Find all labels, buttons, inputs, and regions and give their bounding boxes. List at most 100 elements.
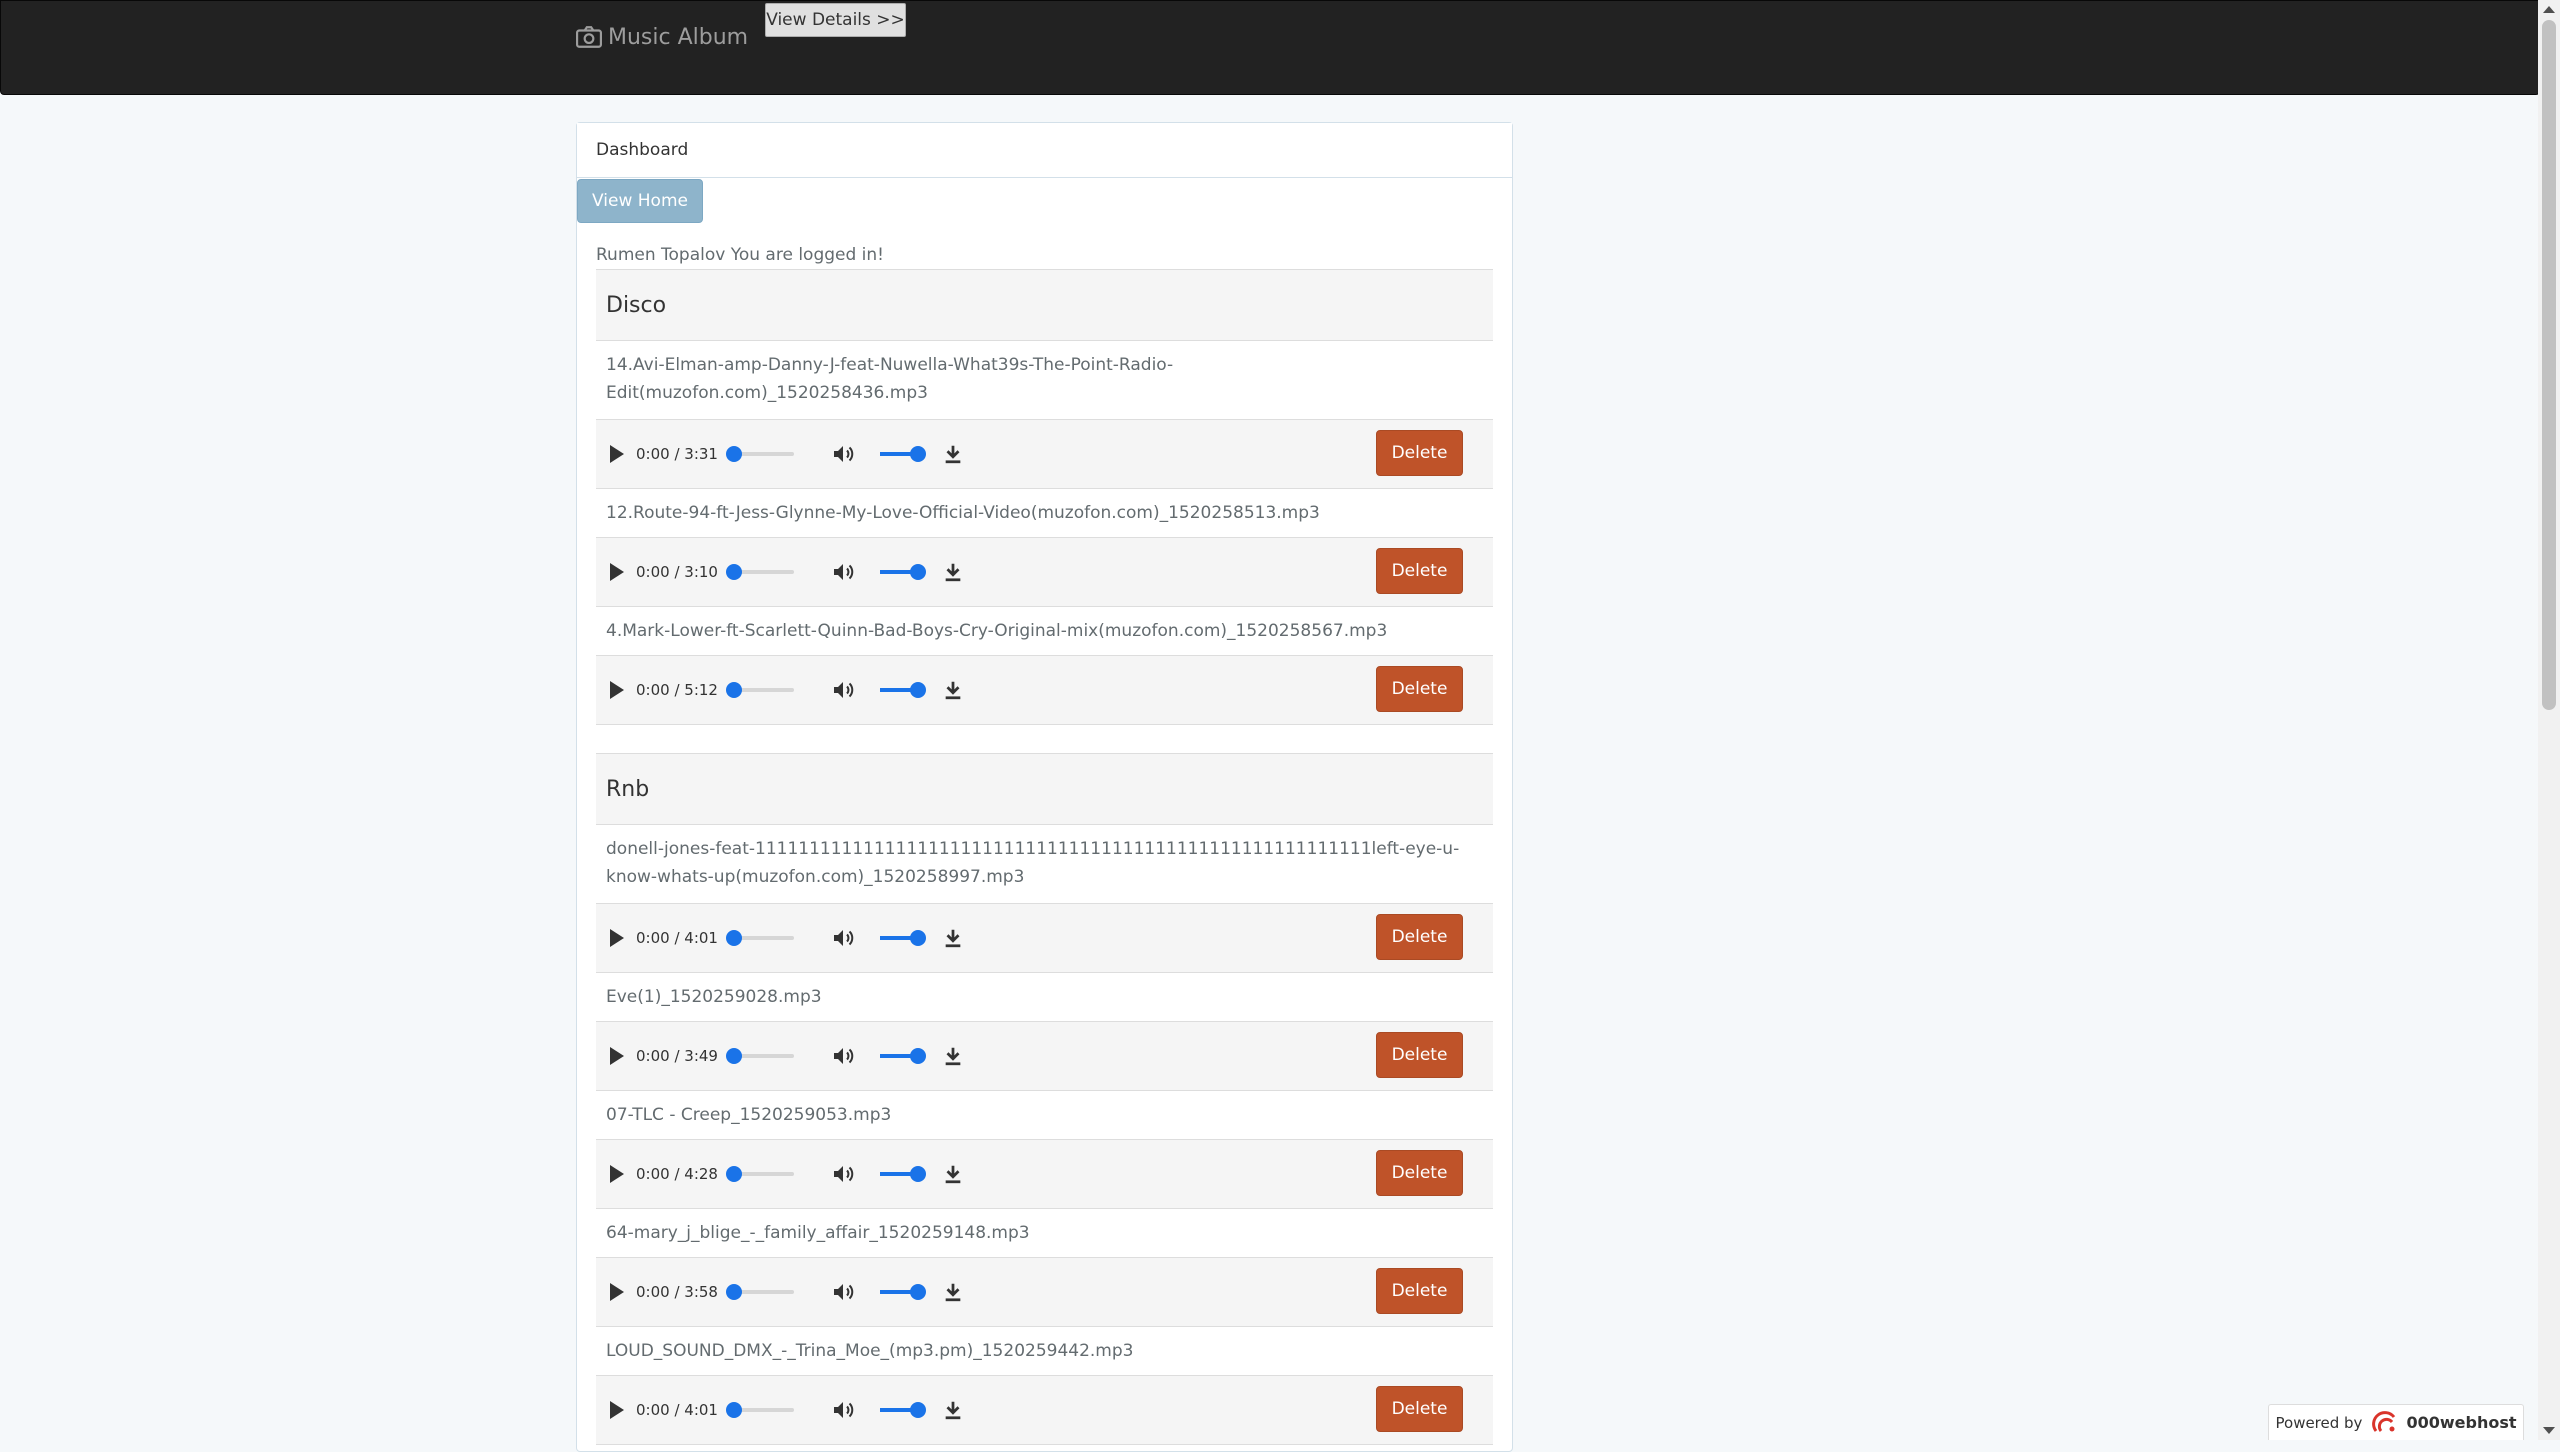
seek-slider[interactable]	[725, 1166, 794, 1182]
volume-slider[interactable]	[879, 564, 926, 580]
audio-player[interactable]: 0:00 / 4:28	[596, 1140, 976, 1208]
audio-player[interactable]: 0:00 / 3:10	[596, 538, 976, 606]
volume-icon[interactable]	[830, 678, 856, 702]
view-details-button[interactable]: View Details >>	[765, 3, 906, 37]
song-row: 0:00 / 3:49 Delete	[596, 1021, 1493, 1091]
volume-icon[interactable]	[830, 1280, 856, 1304]
delete-button[interactable]: Delete	[1376, 548, 1463, 594]
download-icon[interactable]	[942, 1044, 964, 1068]
panel-heading: Dashboard	[577, 123, 1512, 178]
play-icon[interactable]	[610, 563, 624, 581]
song-row: 0:00 / 5:12 Delete	[596, 655, 1493, 725]
audio-player[interactable]: 0:00 / 3:58	[596, 1258, 976, 1326]
seek-slider[interactable]	[725, 1284, 794, 1300]
play-icon[interactable]	[610, 1165, 624, 1183]
scroll-up-icon[interactable]	[2543, 6, 2555, 13]
volume-icon[interactable]	[830, 926, 856, 950]
song-row: 0:00 / 4:01 Delete	[596, 903, 1493, 973]
seek-slider[interactable]	[725, 1048, 794, 1064]
volume-icon[interactable]	[830, 1044, 856, 1068]
volume-slider[interactable]	[879, 1402, 926, 1418]
play-icon[interactable]	[610, 445, 624, 463]
top-navbar: Music Album View Details >>	[0, 0, 2540, 95]
play-icon[interactable]	[610, 1047, 624, 1065]
audio-player[interactable]: 0:00 / 4:01	[596, 1376, 976, 1444]
download-icon[interactable]	[942, 1162, 964, 1186]
brand-title: Music Album	[608, 24, 749, 50]
webhost-name: 000webhost	[2406, 1413, 2517, 1432]
volume-slider[interactable]	[879, 1166, 926, 1182]
download-icon[interactable]	[942, 1398, 964, 1422]
song-filename: donell-jones-feat-1111111111111111111111…	[596, 825, 1493, 903]
time-display: 0:00 / 4:01	[636, 1401, 718, 1419]
download-icon[interactable]	[942, 1280, 964, 1304]
volume-slider[interactable]	[879, 682, 926, 698]
play-icon[interactable]	[610, 1283, 624, 1301]
volume-slider[interactable]	[879, 1048, 926, 1064]
seek-slider[interactable]	[725, 446, 794, 462]
time-display: 0:00 / 3:10	[636, 563, 718, 581]
song-filename: 12.Route-94-ft-Jess-Glynne-My-Love-Offic…	[596, 489, 1493, 537]
song-filename: 14.Avi-Elman-amp-Danny-J-feat-Nuwella-Wh…	[596, 341, 1493, 419]
song-filename: Eve(1)_1520259028.mp3	[596, 973, 1493, 1021]
dashboard-panel: Dashboard View Home Rumen Topalov You ar…	[576, 122, 1513, 1452]
delete-button[interactable]: Delete	[1376, 1386, 1463, 1432]
category-heading: Rnb	[596, 753, 1493, 825]
volume-slider[interactable]	[879, 930, 926, 946]
download-icon[interactable]	[942, 678, 964, 702]
page-scrollbar[interactable]	[2538, 0, 2560, 1440]
audio-player[interactable]: 0:00 / 4:01	[596, 904, 976, 972]
delete-button[interactable]: Delete	[1376, 1032, 1463, 1078]
download-icon[interactable]	[942, 560, 964, 584]
seek-slider[interactable]	[725, 1402, 794, 1418]
category-section-disco: Disco 14.Avi-Elman-amp-Danny-J-feat-Nuwe…	[596, 269, 1493, 725]
audio-player[interactable]: 0:00 / 3:31	[596, 420, 976, 488]
delete-button[interactable]: Delete	[1376, 666, 1463, 712]
category-section-rnb: Rnb donell-jones-feat-111111111111111111…	[596, 753, 1493, 1445]
webhost-logo-icon	[2372, 1410, 2396, 1432]
brand-link[interactable]: Music Album	[576, 19, 748, 55]
time-display: 0:00 / 3:58	[636, 1283, 718, 1301]
volume-slider[interactable]	[879, 446, 926, 462]
logged-in-message: Rumen Topalov You are logged in!	[596, 245, 884, 265]
download-icon[interactable]	[942, 442, 964, 466]
play-icon[interactable]	[610, 1401, 624, 1419]
song-filename: 64-mary_j_blige_-_family_affair_15202591…	[596, 1209, 1493, 1257]
time-display: 0:00 / 4:01	[636, 929, 718, 947]
time-display: 0:00 / 3:49	[636, 1047, 718, 1065]
delete-button[interactable]: Delete	[1376, 430, 1463, 476]
song-filename: LOUD_SOUND_DMX_-_Trina_Moe_(mp3.pm)_1520…	[596, 1327, 1493, 1375]
play-icon[interactable]	[610, 929, 624, 947]
camera-icon	[576, 26, 602, 48]
download-icon[interactable]	[942, 926, 964, 950]
song-row: 0:00 / 3:58 Delete	[596, 1257, 1493, 1327]
volume-icon[interactable]	[830, 560, 856, 584]
song-row: 0:00 / 4:01 Delete	[596, 1375, 1493, 1445]
song-filename: 07-TLC - Creep_1520259053.mp3	[596, 1091, 1493, 1139]
volume-icon[interactable]	[830, 1162, 856, 1186]
time-display: 0:00 / 3:31	[636, 445, 718, 463]
seek-slider[interactable]	[725, 930, 794, 946]
time-display: 0:00 / 4:28	[636, 1165, 718, 1183]
volume-icon[interactable]	[830, 442, 856, 466]
seek-slider[interactable]	[725, 564, 794, 580]
category-heading: Disco	[596, 269, 1493, 341]
scrollbar-thumb[interactable]	[2542, 20, 2556, 710]
song-filename: 4.Mark-Lower-ft-Scarlett-Quinn-Bad-Boys-…	[596, 607, 1493, 655]
delete-button[interactable]: Delete	[1376, 1268, 1463, 1314]
powered-by-badge[interactable]: Powered by 000webhost	[2268, 1404, 2524, 1440]
seek-slider[interactable]	[725, 682, 794, 698]
song-row: 0:00 / 3:10 Delete	[596, 537, 1493, 607]
volume-icon[interactable]	[830, 1398, 856, 1422]
view-home-button[interactable]: View Home	[577, 179, 703, 223]
audio-player[interactable]: 0:00 / 5:12	[596, 656, 976, 724]
scroll-down-icon[interactable]	[2543, 1427, 2555, 1434]
delete-button[interactable]: Delete	[1376, 914, 1463, 960]
volume-slider[interactable]	[879, 1284, 926, 1300]
audio-player[interactable]: 0:00 / 3:49	[596, 1022, 976, 1090]
time-display: 0:00 / 5:12	[636, 681, 718, 699]
play-icon[interactable]	[610, 681, 624, 699]
delete-button[interactable]: Delete	[1376, 1150, 1463, 1196]
song-row: 0:00 / 4:28 Delete	[596, 1139, 1493, 1209]
powered-by-label: Powered by	[2275, 1413, 2363, 1432]
